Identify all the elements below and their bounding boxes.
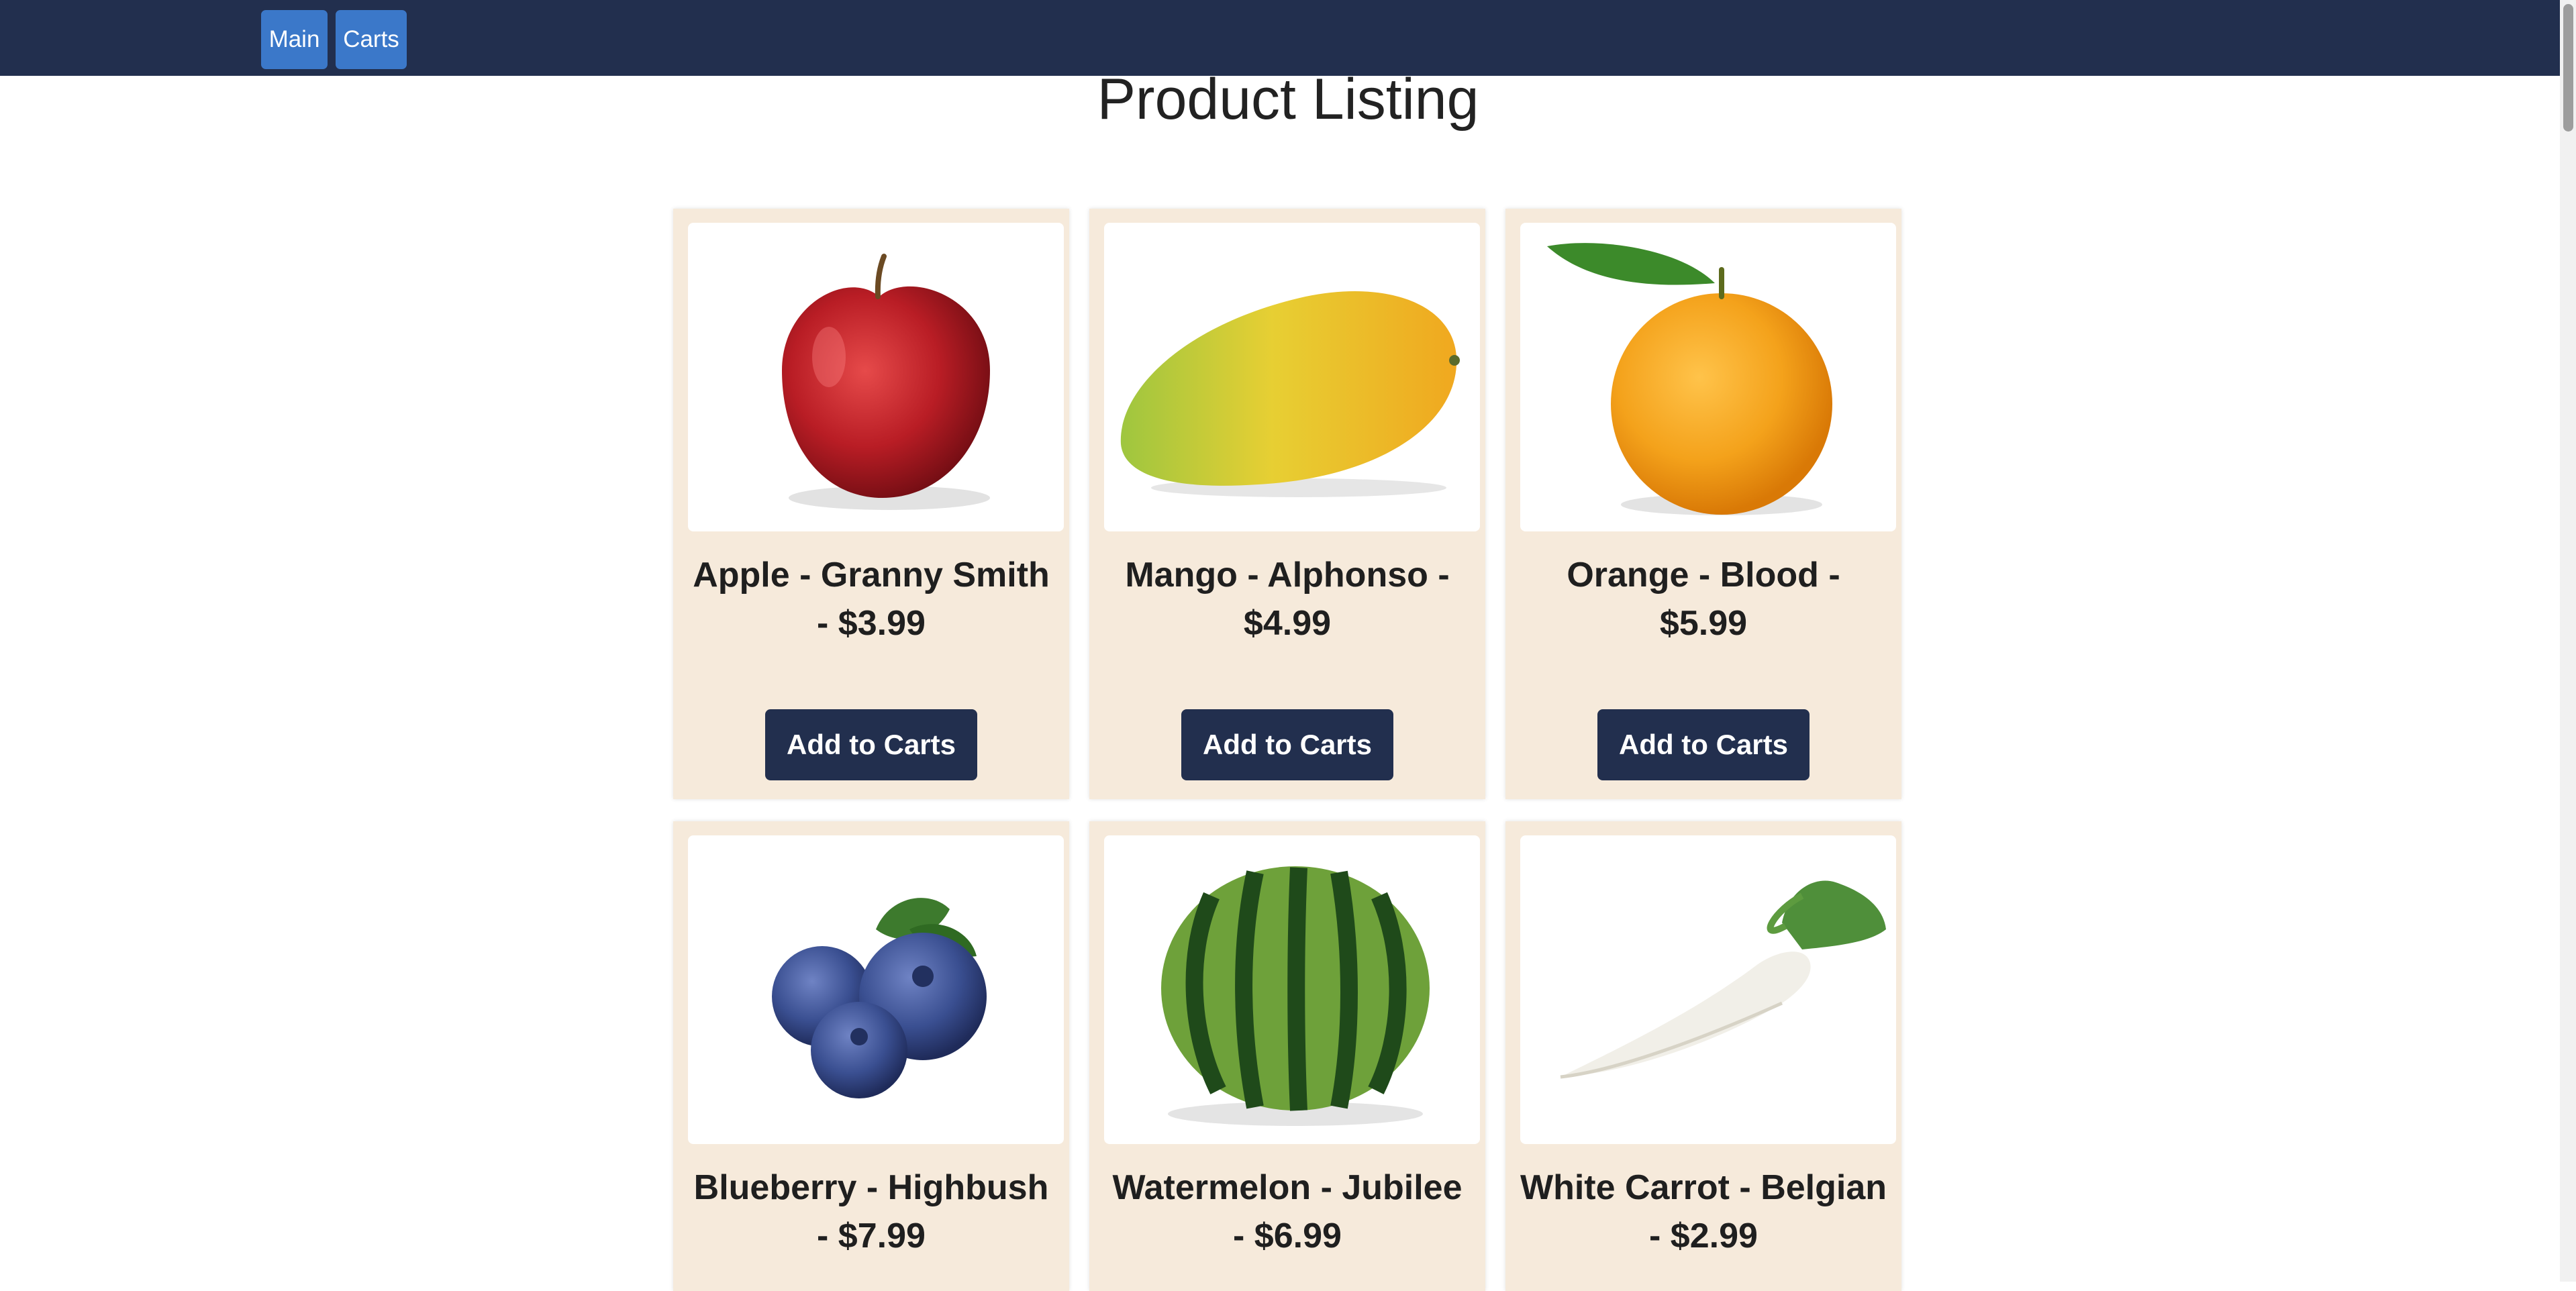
add-to-carts-button[interactable]: Add to Carts [1597, 709, 1810, 780]
white-carrot-image [1560, 880, 1886, 1079]
product-card: Orange - Blood - $5.99 Add to Carts [1505, 209, 1901, 799]
product-image [1520, 223, 1896, 531]
blueberries-image [772, 898, 987, 1098]
product-card: Mango - Alphonso - $4.99 Add to Carts [1089, 209, 1485, 799]
main-nav-button[interactable]: Main [261, 10, 328, 69]
product-image [1520, 835, 1896, 1144]
product-image [688, 223, 1064, 531]
page-scrollbar[interactable] [2560, 0, 2576, 1282]
page-title: Product Listing [1097, 67, 1479, 132]
product-name: Watermelon - Jubilee - $6.99 [1112, 1168, 1463, 1255]
add-to-carts-button[interactable]: Add to Carts [1181, 709, 1393, 780]
product-card: Watermelon - Jubilee - $6.99 [1089, 821, 1485, 1291]
watermelon-image [1161, 866, 1430, 1126]
product-image [1104, 223, 1480, 531]
mango-image [1120, 291, 1460, 497]
product-name: Mango - Alphonso - $4.99 [1125, 556, 1450, 643]
top-nav-bar: Main Carts [0, 0, 2576, 76]
carts-nav-button[interactable]: Carts [336, 10, 407, 69]
product-name: Blueberry - Highbush - $7.99 [693, 1168, 1049, 1255]
product-name: Apple - Granny Smith - $3.99 [693, 556, 1050, 643]
product-card: Apple - Granny Smith - $3.99 Add to Cart… [673, 209, 1069, 799]
red-apple-image [782, 254, 990, 510]
add-to-carts-button[interactable]: Add to Carts [765, 709, 977, 780]
product-image [1104, 835, 1480, 1144]
product-card: White Carrot - Belgian - $2.99 [1505, 821, 1901, 1291]
orange-image [1547, 243, 1832, 515]
product-name: Orange - Blood - $5.99 [1567, 556, 1840, 643]
product-card: Blueberry - Highbush - $7.99 [673, 821, 1069, 1291]
product-name: White Carrot - Belgian - $2.99 [1520, 1168, 1887, 1255]
scrollbar-thumb[interactable] [2563, 4, 2573, 132]
product-image [688, 835, 1064, 1144]
